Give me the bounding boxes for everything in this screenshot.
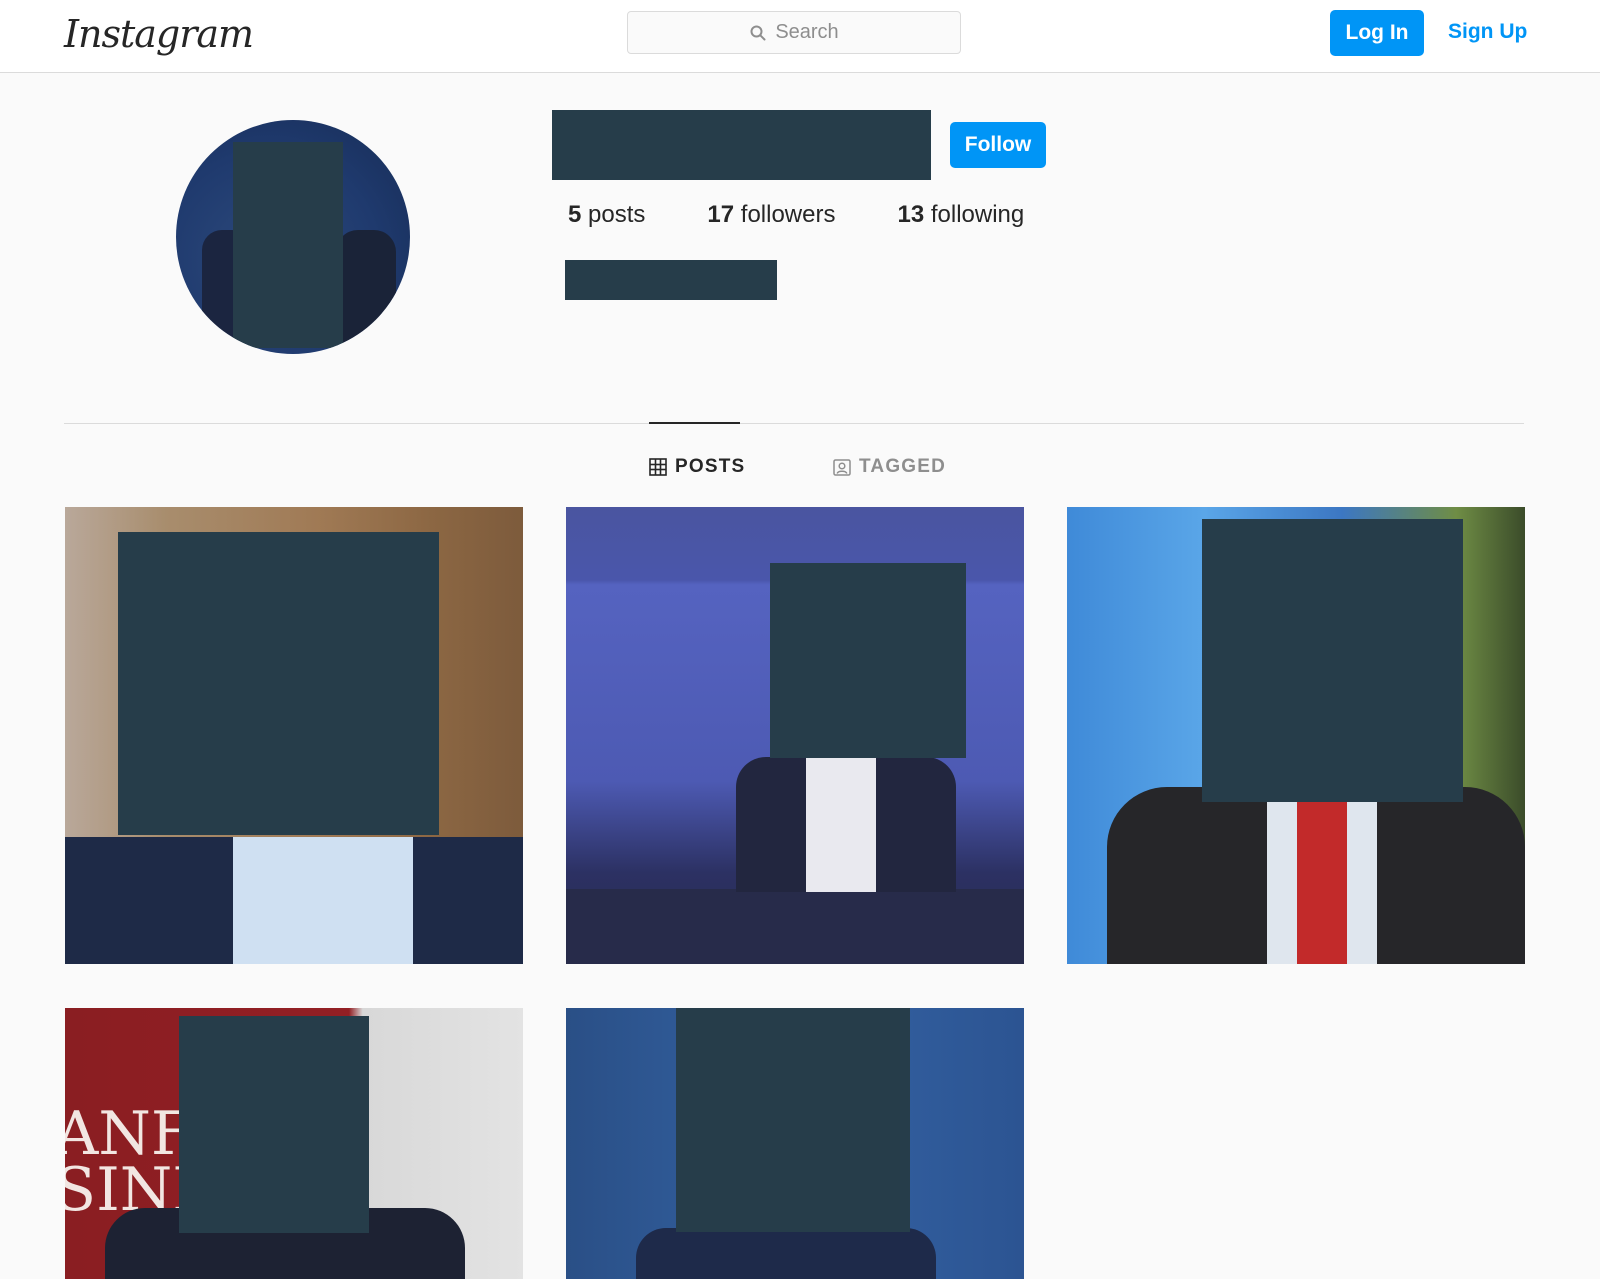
redaction-block [1202,519,1463,802]
stat-count: 13 [897,201,925,228]
post-photo-detail [233,837,413,964]
post-thumbnail[interactable] [65,507,523,964]
post-thumbnail[interactable]: ANFO SINE [65,1008,523,1279]
instagram-logo[interactable]: Instagram [64,10,254,58]
post-photo-detail [636,1228,936,1279]
redaction-block [233,142,343,348]
active-tab-indicator [649,422,740,424]
top-nav: Instagram Search Log In Sign Up [0,0,1600,73]
tab-posts[interactable]: POSTS [649,455,745,479]
search-placeholder: Search [775,21,839,43]
stat-posts: 5 posts [568,198,645,232]
grid-icon [649,458,667,476]
tab-tagged-label: TAGGED [859,456,947,477]
bio-redacted [565,260,777,300]
redaction-block [179,1016,369,1233]
stat-following[interactable]: 13 following [897,198,1024,232]
stat-count: 5 [568,201,582,228]
post-photo-detail [806,757,876,892]
post-photo-detail [1297,797,1347,964]
profile-avatar[interactable] [176,120,410,354]
post-photo-detail [566,889,1024,964]
follow-button[interactable]: Follow [950,122,1046,168]
tab-tagged[interactable]: TAGGED [833,455,946,479]
stat-label: posts [588,201,646,228]
stat-label: followers [740,201,836,228]
stat-count: 17 [707,201,735,228]
search-icon [750,25,766,40]
login-button[interactable]: Log In [1330,10,1424,56]
profile-stats: 5 posts 17 followers 13 following [568,198,1024,232]
search-input[interactable]: Search [627,11,961,54]
redaction-block [770,563,966,758]
redaction-block [118,532,439,835]
username-redacted [552,110,931,180]
post-thumbnail[interactable] [1067,507,1525,964]
tagged-icon [833,459,851,476]
signup-link[interactable]: Sign Up [1448,17,1527,47]
post-thumbnail[interactable] [566,1008,1024,1279]
tab-divider [64,423,1524,424]
tab-posts-label: POSTS [675,456,746,477]
redaction-block [676,1008,910,1232]
stat-followers[interactable]: 17 followers [707,198,835,232]
post-thumbnail[interactable] [566,507,1024,964]
avatar-photo-detail [336,230,396,350]
stat-label: following [930,201,1025,228]
